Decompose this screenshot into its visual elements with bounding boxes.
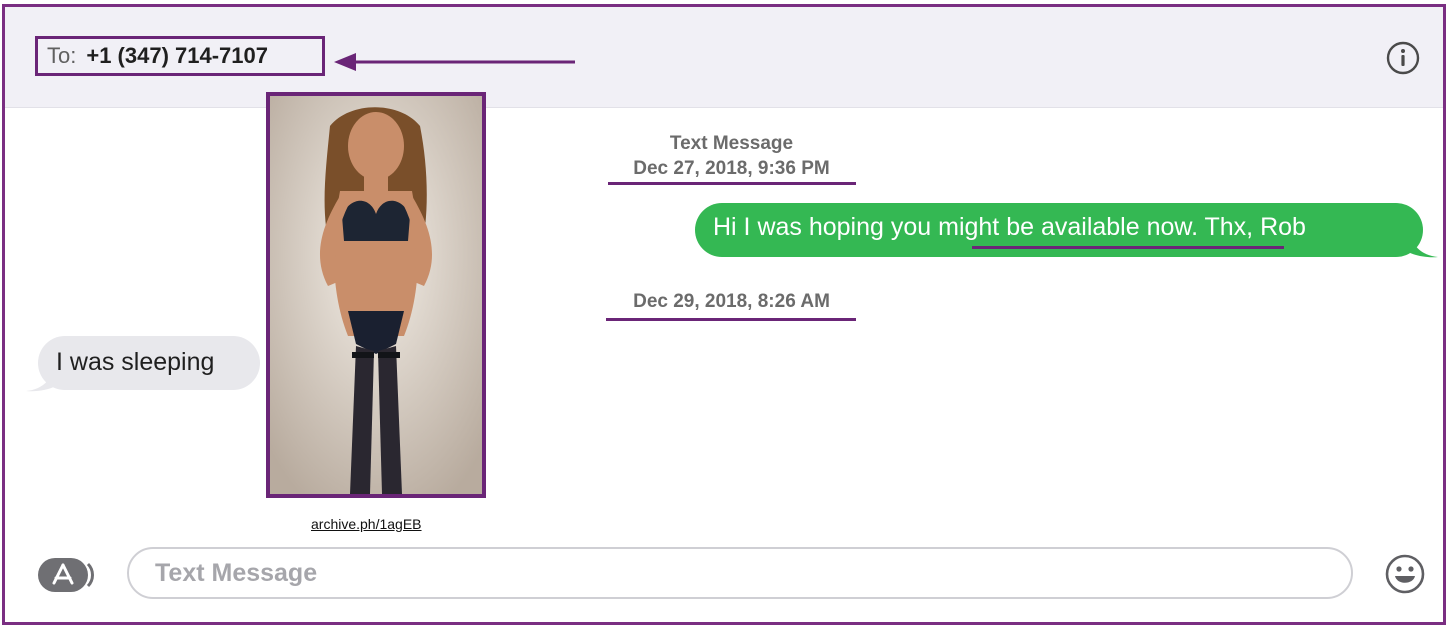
info-circle-icon[interactable] [1385, 40, 1421, 76]
highlight-underline [972, 246, 1284, 249]
outgoing-text-highlight: might be available now. [938, 213, 1199, 241]
attached-photo[interactable] [266, 92, 486, 498]
recipient-number: +1 (347) 714-7107 [86, 43, 268, 68]
timestamp-2: Dec 29, 2018, 8:26 AM [633, 291, 830, 312]
emoji-smiley-icon[interactable] [1384, 553, 1426, 595]
outgoing-bubble-tail [1408, 232, 1438, 258]
timestamp-2-underline [606, 318, 856, 321]
message-input-placeholder: Text Message [155, 558, 318, 587]
incoming-message-bubble[interactable]: I was sleeping [38, 336, 260, 390]
message-input[interactable]: Text Message [127, 547, 1353, 599]
outgoing-text-after: Thx, Rob [1198, 213, 1306, 241]
app-store-icon[interactable] [38, 556, 94, 594]
recipient-field[interactable]: To: +1 (347) 714-7107 [35, 36, 325, 76]
service-label: Text Message [669, 133, 794, 154]
timestamp-1: Dec 27, 2018, 9:36 PM [633, 158, 830, 179]
source-link[interactable]: archive.ph/1agEB [311, 516, 422, 532]
to-label: To: [47, 43, 77, 68]
outgoing-text-before: Hi I was hoping you [713, 213, 939, 241]
annotation-arrow [334, 53, 575, 71]
timestamp-1-underline [608, 182, 856, 185]
